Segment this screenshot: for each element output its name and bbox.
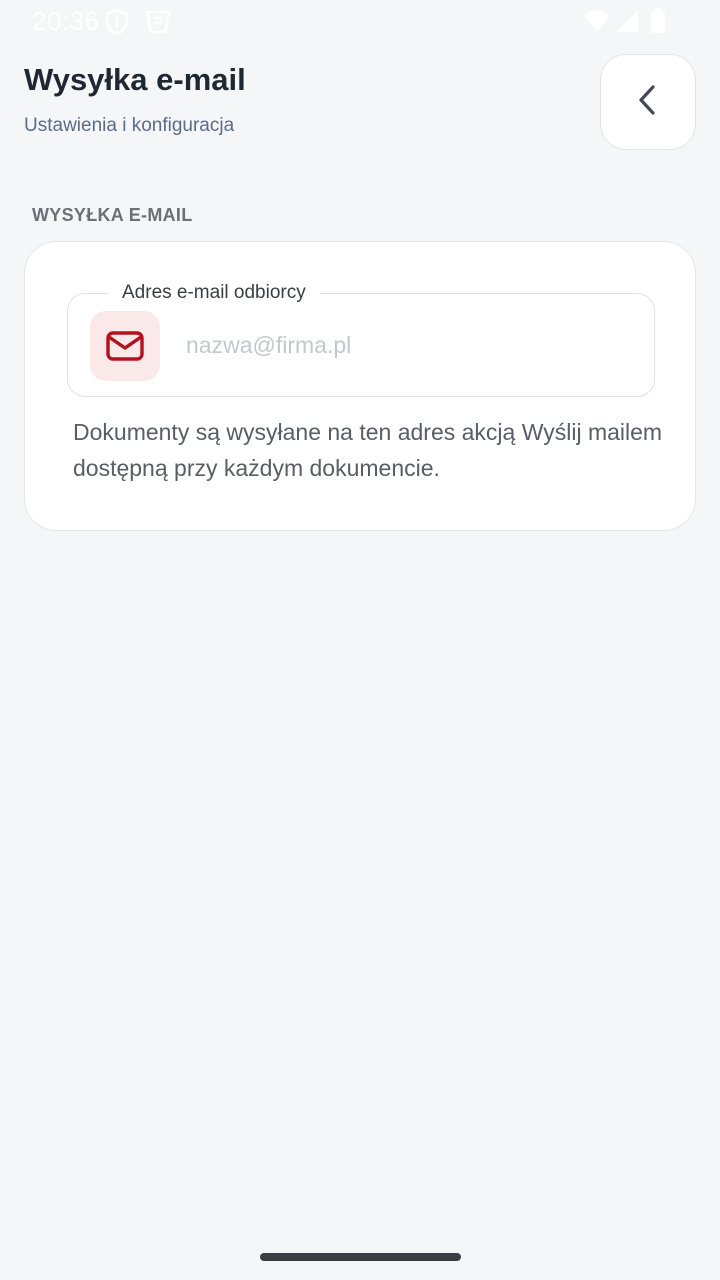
wifi-icon xyxy=(583,8,611,39)
section-label: WYSYŁKA E-MAIL xyxy=(32,205,193,225)
page-title: Wysyłka e-mail xyxy=(24,62,246,97)
chevron-left-icon xyxy=(633,83,663,122)
email-settings-card: Adres e-mail odbiorcy Dokumenty są wysył… xyxy=(24,241,696,531)
mail-icon xyxy=(90,311,160,381)
home-indicator[interactable] xyxy=(260,1253,461,1261)
email-input[interactable] xyxy=(186,324,626,366)
battery-icon xyxy=(650,8,666,39)
back-button[interactable] xyxy=(600,54,696,150)
page-subtitle: Ustawienia i konfiguracja xyxy=(24,115,235,136)
email-field[interactable]: Adres e-mail odbiorcy xyxy=(67,280,655,397)
email-field-label: Adres e-mail odbiorcy xyxy=(108,280,320,306)
signal-icon xyxy=(615,8,639,39)
help-text: Dokumenty są wysyłane na ten adres akcją… xyxy=(73,419,663,481)
email-settings-screen: 20:36 Wysyłka e-mail Ustawienia i konfig… xyxy=(0,0,720,1280)
status-time: 20:36 xyxy=(32,6,100,36)
shield-icon xyxy=(104,8,130,41)
status-bar: 20:36 xyxy=(0,0,720,44)
app-notification-icon xyxy=(144,8,172,41)
